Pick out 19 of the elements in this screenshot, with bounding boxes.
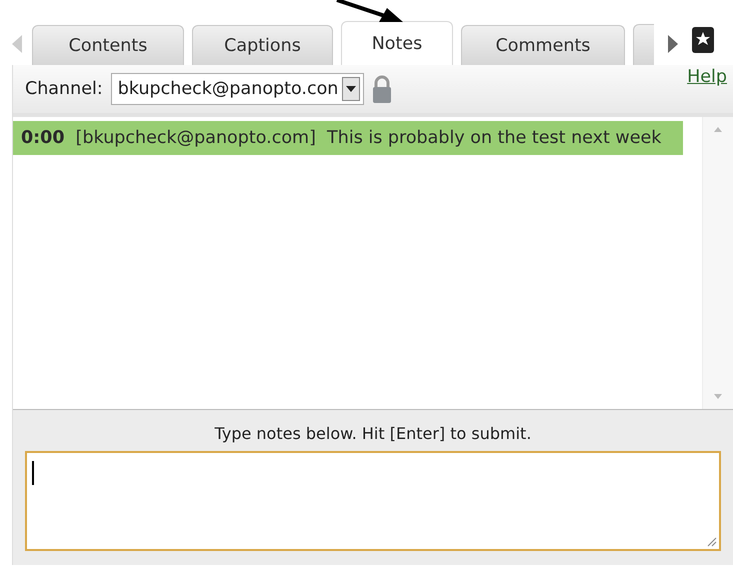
tab[interactable]: Notes xyxy=(341,21,453,65)
help-link[interactable]: Help xyxy=(687,67,727,87)
caret-icon xyxy=(346,86,356,92)
channel-label: Channel: xyxy=(25,79,103,99)
tab[interactable]: Comments xyxy=(461,25,625,65)
partial-tab[interactable] xyxy=(633,24,654,65)
notes-input[interactable] xyxy=(25,451,721,551)
scroll-down-icon[interactable] xyxy=(714,394,722,399)
resize-grip-icon[interactable] xyxy=(705,535,717,547)
scroll-left-icon[interactable] xyxy=(12,35,22,53)
annotation-arrow xyxy=(335,0,405,24)
scroll-up-icon[interactable] xyxy=(714,127,722,132)
note-entry[interactable]: 0:00 [bkupcheck@panopto.com] This is probably on the test next week xyxy=(13,121,683,155)
scroll-right-icon[interactable] xyxy=(668,35,678,53)
tab[interactable]: Contents xyxy=(32,25,184,65)
instruction-text: Type notes below. Hit [Enter] to submit. xyxy=(214,423,532,445)
channel-dropdown[interactable]: bkupcheck@panopto.con xyxy=(110,73,364,105)
tab[interactable]: Captions xyxy=(192,25,333,65)
scrollbar[interactable] xyxy=(702,117,733,409)
